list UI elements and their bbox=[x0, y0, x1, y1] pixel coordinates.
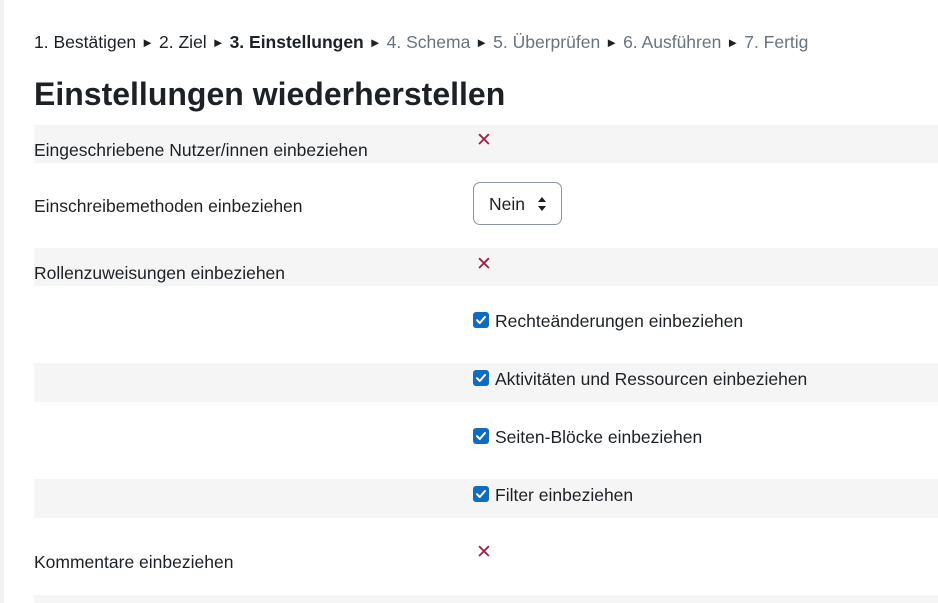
blocks-checkbox-label: Seiten-Blöcke einbeziehen bbox=[495, 427, 703, 447]
setting-label-role-assignments: Rollenzuweisungen einbeziehen bbox=[34, 263, 286, 283]
step-destination: 2. Ziel bbox=[159, 32, 207, 52]
permissions-checkbox-label: Rechteänderungen einbeziehen bbox=[495, 311, 744, 331]
enrol-methods-select-value: Nein bbox=[489, 194, 525, 214]
page-title: Einstellungen wiederherstellen bbox=[34, 76, 506, 112]
setting-row-blocks: Seiten-Blöcke einbeziehen bbox=[34, 420, 938, 458]
step-process: 6. Ausführen bbox=[623, 32, 722, 52]
step-separator: ► bbox=[726, 35, 740, 50]
setting-row-permissions: Rechteänderungen einbeziehen bbox=[34, 304, 938, 342]
filters-checkbox-field[interactable]: Filter einbeziehen bbox=[473, 485, 633, 506]
restore-settings-page: 1. Bestätigen ► 2. Ziel ► 3. Einstellungen ► 4… bbox=[0, 0, 938, 603]
setting-row-role-assignments: Rollenzuweisungen einbeziehen ✕ bbox=[34, 248, 938, 286]
disabled-x-icon: ✕ bbox=[476, 130, 492, 151]
step-confirm: 1. Bestätigen bbox=[34, 32, 137, 52]
step-complete: 7. Fertig bbox=[744, 32, 809, 52]
check-icon bbox=[476, 315, 486, 324]
step-review: 5. Überprüfen bbox=[493, 32, 601, 52]
check-icon bbox=[476, 489, 486, 498]
step-separator: ► bbox=[211, 35, 225, 50]
blocks-checkbox-field[interactable]: Seiten-Blöcke einbeziehen bbox=[473, 427, 702, 448]
disabled-x-icon: ✕ bbox=[476, 542, 492, 563]
step-separator: ► bbox=[475, 35, 489, 50]
permissions-checkbox[interactable] bbox=[473, 311, 489, 328]
step-separator: ► bbox=[368, 35, 382, 50]
step-settings: 3. Einstellungen bbox=[229, 32, 364, 52]
setting-label-enrol-methods: Einschreibemethoden einbeziehen bbox=[34, 196, 303, 216]
step-separator: ► bbox=[605, 35, 619, 50]
setting-row-filters: Filter einbeziehen bbox=[34, 479, 938, 518]
setting-label-enrolled-users: Eingeschriebene Nutzer/innen einbeziehen bbox=[34, 140, 368, 160]
select-arrows-icon bbox=[538, 197, 546, 211]
setting-label-comments: Kommentare einbeziehen bbox=[34, 552, 234, 572]
setting-row-enrolled-users: Eingeschriebene Nutzer/innen einbeziehen… bbox=[34, 125, 938, 163]
step-schema: 4. Schema bbox=[386, 32, 471, 52]
filters-checkbox-label: Filter einbeziehen bbox=[495, 485, 634, 505]
permissions-checkbox-field[interactable]: Rechteänderungen einbeziehen bbox=[473, 311, 743, 332]
filters-checkbox[interactable] bbox=[473, 485, 489, 502]
setting-row-enrol-methods: Einschreibemethoden einbeziehen Nein bbox=[34, 182, 938, 227]
step-separator: ► bbox=[141, 35, 155, 50]
check-icon bbox=[476, 373, 486, 382]
setting-row-comments: Kommentare einbeziehen ✕ bbox=[34, 538, 938, 578]
activities-checkbox[interactable] bbox=[473, 369, 489, 386]
restore-stepper: 1. Bestätigen ► 2. Ziel ► 3. Einstellungen ► 4… bbox=[34, 32, 808, 53]
left-border bbox=[0, 0, 4, 603]
activities-checkbox-label: Aktivitäten und Ressourcen einbeziehen bbox=[495, 369, 808, 389]
setting-row-activities: Aktivitäten und Ressourcen einbeziehen bbox=[34, 363, 938, 402]
setting-row-partial bbox=[34, 595, 938, 603]
disabled-x-icon: ✕ bbox=[476, 254, 492, 275]
activities-checkbox-field[interactable]: Aktivitäten und Ressourcen einbeziehen bbox=[473, 369, 807, 390]
enrol-methods-select[interactable]: Nein bbox=[473, 182, 562, 225]
check-icon bbox=[476, 431, 486, 440]
blocks-checkbox[interactable] bbox=[473, 427, 489, 444]
